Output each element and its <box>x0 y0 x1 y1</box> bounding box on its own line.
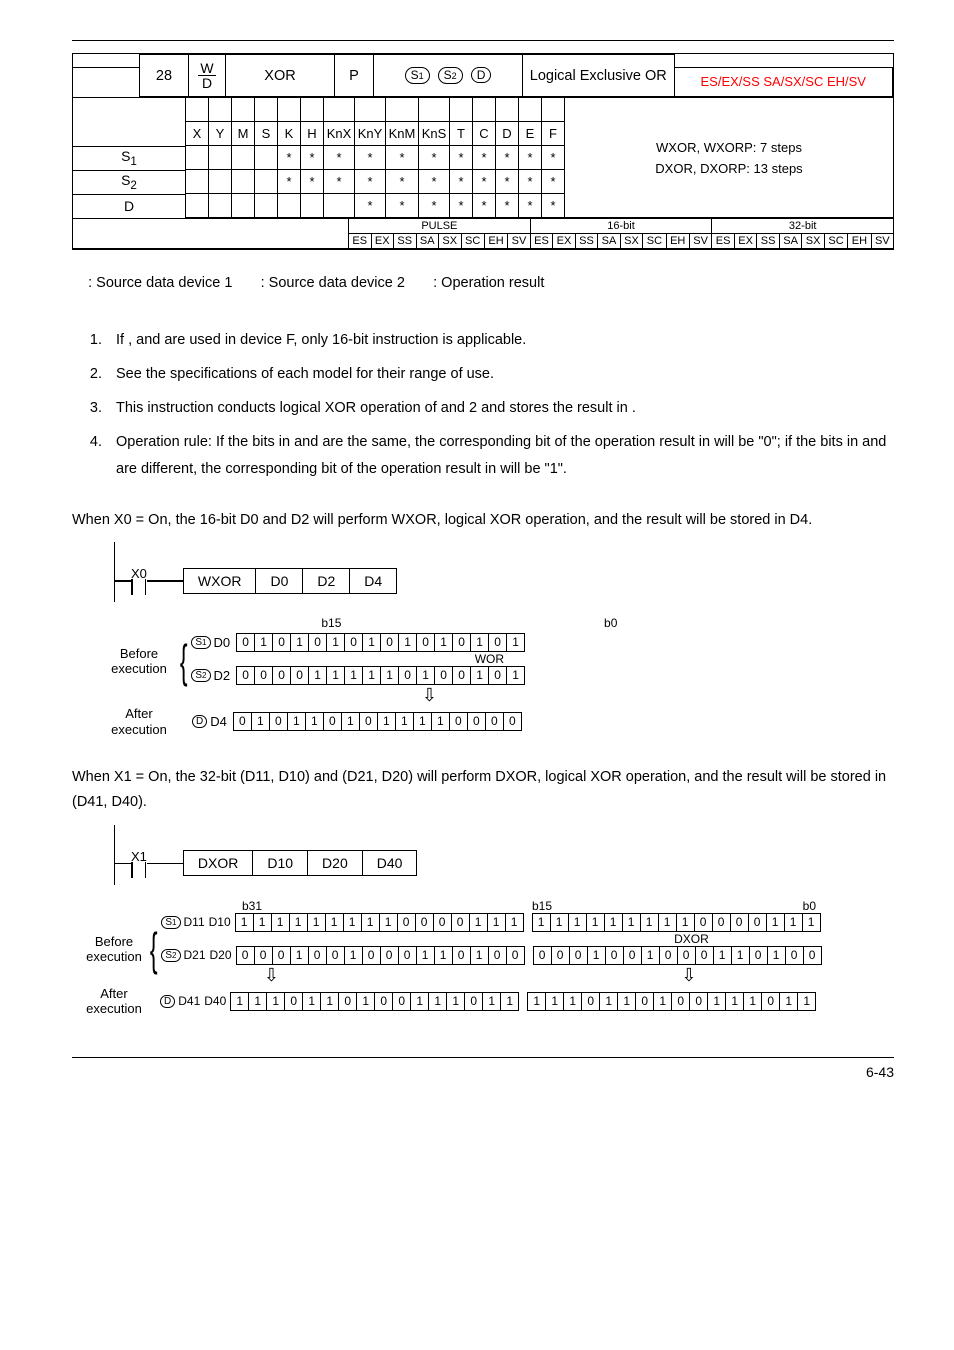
type-box: S1S2D <box>73 97 186 218</box>
p-cell: P <box>335 55 374 97</box>
mnemonic-cell: XOR <box>226 55 335 97</box>
dxor-label: DXOR <box>561 932 821 946</box>
arg1: D2 <box>303 569 350 593</box>
example1-intro: When X0 = On, the 16-bit D0 and D2 will … <box>72 508 894 533</box>
steps-cell: WXOR, WXORP: 7 steps DXOR, DXORP: 13 ste… <box>565 98 894 218</box>
blank2 <box>674 55 893 68</box>
function-name: Logical Exclusive OR <box>523 55 675 97</box>
arg2: D4 <box>350 569 396 593</box>
b15-label: b15 <box>191 616 345 630</box>
wd-cell: WD <box>189 55 226 97</box>
b0-label: b0 <box>345 616 617 630</box>
before-label-2: Before execution <box>86 934 142 965</box>
api-number: 28 <box>140 55 189 97</box>
example1-ladder: X0 WXOR D0 D2 D4 <box>114 542 894 602</box>
blank <box>73 55 140 68</box>
explanation-list: If , and are used in device F, only 16-b… <box>72 327 894 481</box>
b31-label: b31 <box>242 899 272 913</box>
api-header-block: 28 WD XOR P S1 S2 D Logical Exclusive OR… <box>72 53 894 250</box>
page-footer: 6-43 <box>72 1057 894 1080</box>
instruction-box: WXOR D0 D2 D4 <box>183 568 397 594</box>
wor-label: WOR <box>361 652 617 666</box>
d-reg: D4 <box>210 714 227 729</box>
s2a: D21 <box>184 948 206 962</box>
header-table: 28 WD XOR P S1 S2 D Logical Exclusive OR… <box>73 54 893 97</box>
b0-label-2: b0 <box>562 899 816 913</box>
operands-line: : Source data device 1 : Source data dev… <box>72 272 894 295</box>
arrow-down-icon: ⇩ <box>422 685 437 706</box>
example2-bits: b31 b15 b0 Before execution { S1 D11 D10… <box>82 899 894 1017</box>
arg1-2: D20 <box>308 851 363 875</box>
arg0: D0 <box>256 569 303 593</box>
example1-bits: Before execution { b15 b0 S1 D0 01010101… <box>102 616 894 706</box>
pulse-table: PULSE 16-bit 32-bit ESEXSSSASXSCEHSVESEX… <box>73 218 893 249</box>
steps-line-2: DXOR, DXORP: 13 steps <box>565 161 893 176</box>
after-label-2: After execution <box>86 986 142 1017</box>
db: D40 <box>204 994 226 1008</box>
b15-label-2: b15 <box>532 899 562 913</box>
s2b: D20 <box>210 948 232 962</box>
steps-line-1: WXOR, WXORP: 7 steps <box>565 140 893 155</box>
da: D41 <box>178 994 200 1008</box>
s2-reg: D2 <box>214 668 231 683</box>
mnem-cell: WXOR <box>184 569 257 593</box>
example2-intro: When X1 = On, the 32-bit (D11, D10) and … <box>72 765 894 814</box>
operand-symbols: S1 S2 D <box>374 55 523 97</box>
exp-3: This instruction conducts logical XOR op… <box>106 395 894 421</box>
example2-ladder: X1 DXOR D10 D20 D40 <box>114 825 894 885</box>
arg2-2: D40 <box>363 851 417 875</box>
exp-2: See the specifications of each model for… <box>106 361 894 387</box>
bit32-hdr: 32-bit <box>712 219 893 234</box>
instruction-box-2: DXOR D10 D20 D40 <box>183 850 418 876</box>
after-label: After execution <box>102 706 176 737</box>
exp-4: Operation rule: If the bits in and are t… <box>106 429 894 481</box>
arrow-down-icon-3: ⇩ <box>681 965 696 986</box>
controllers: ES/EX/SS SA/SX/SC EH/SV <box>674 67 893 96</box>
bit-device-table: WXOR, WXORP: 7 steps DXOR, DXORP: 13 ste… <box>186 97 893 218</box>
bit16-hdr: 16-bit <box>530 219 712 234</box>
pulse-hdr: PULSE <box>349 219 531 234</box>
arrow-down-icon-2: ⇩ <box>264 965 279 986</box>
s1a: D11 <box>184 915 205 929</box>
s1b: D10 <box>209 915 231 929</box>
arg0-2: D10 <box>253 851 308 875</box>
exp-1: If , and are used in device F, only 16-b… <box>106 327 894 353</box>
before-label: Before execution <box>102 646 176 677</box>
s1-reg: D0 <box>214 635 231 650</box>
blank3 <box>73 67 140 96</box>
mnem-cell-2: DXOR <box>184 851 253 875</box>
